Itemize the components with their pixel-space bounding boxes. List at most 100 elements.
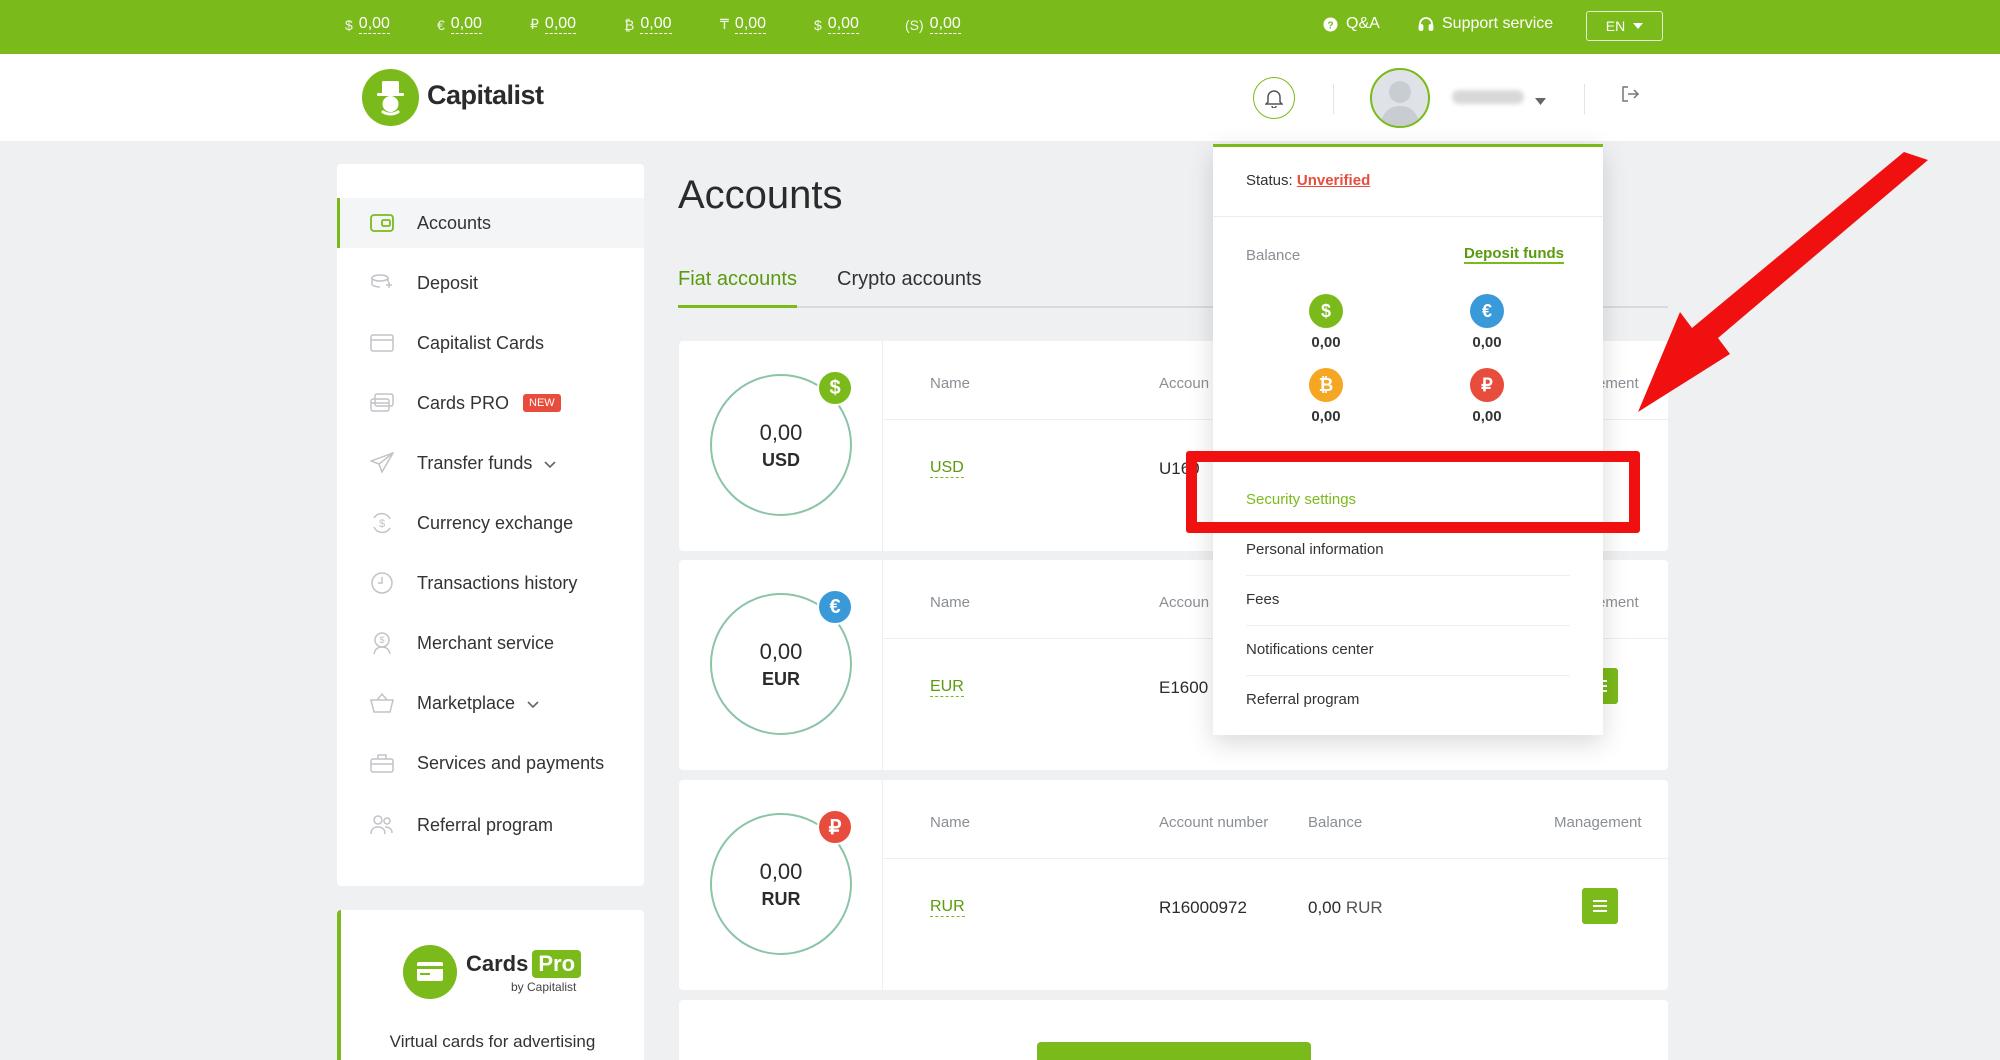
- balance-other[interactable]: (S) 0,00: [905, 15, 961, 34]
- column-header-management: Management: [1554, 814, 1642, 831]
- clock-icon: [369, 570, 395, 596]
- logo-icon[interactable]: [362, 69, 419, 126]
- chevron-down-icon: [544, 453, 556, 474]
- bitcoin-icon: ₿: [1309, 368, 1343, 402]
- menu-item-personal-information[interactable]: Personal information: [1246, 541, 1384, 558]
- menu-item-fees[interactable]: Fees: [1246, 591, 1279, 608]
- sidebar-item-capitalist-cards[interactable]: Capitalist Cards: [337, 318, 644, 368]
- sidebar-item-transfer-funds[interactable]: Transfer funds: [337, 438, 644, 488]
- account-name-link[interactable]: USD: [930, 459, 964, 478]
- column-header-name: Name: [930, 814, 971, 831]
- chevron-down-icon: [527, 693, 539, 714]
- hamburger-icon: [1593, 900, 1607, 912]
- sidebar-item-merchant-service[interactable]: $ Merchant service: [337, 618, 644, 668]
- euro-icon: €: [817, 589, 853, 625]
- column-header-name: Name: [930, 375, 971, 392]
- red-arrow-annotation: [1638, 152, 1928, 412]
- promo-description: Virtual cards for advertising: [389, 1032, 596, 1051]
- balance-eur[interactable]: €0,00: [437, 15, 482, 34]
- highlight-annotation-box: [1186, 451, 1640, 533]
- account-name-link[interactable]: EUR: [930, 678, 964, 697]
- account-name-link[interactable]: RUR: [930, 898, 965, 917]
- paper-plane-icon: [369, 450, 395, 476]
- qa-link[interactable]: ? Q&A: [1323, 15, 1380, 33]
- unverified-link[interactable]: Unverified: [1297, 172, 1370, 189]
- balance-usdt[interactable]: $0,00: [814, 15, 859, 34]
- svg-text:$: $: [379, 635, 384, 645]
- deposit-funds-link[interactable]: Deposit funds: [1464, 245, 1564, 264]
- services-icon: [369, 750, 395, 776]
- sidebar: Accounts Deposit Capitalist Cards Cards …: [337, 164, 644, 886]
- support-link[interactable]: Support service: [1418, 15, 1553, 33]
- tab-fiat-accounts[interactable]: Fiat accounts: [678, 268, 797, 308]
- account-balance: 0,00 RUR: [1308, 898, 1383, 917]
- sidebar-item-cards-pro[interactable]: Cards PRO NEW: [337, 378, 644, 428]
- column-header-balance: Balance: [1308, 814, 1363, 831]
- promo-title: Cards Pro: [466, 950, 582, 978]
- account-number: E1600: [1159, 678, 1209, 697]
- dollar-icon: $: [1309, 294, 1343, 328]
- ruble-icon: ₽: [817, 809, 853, 845]
- sidebar-item-currency-exchange[interactable]: $ Currency exchange: [337, 498, 644, 548]
- merchant-icon: $: [369, 630, 395, 656]
- dollar-icon: $: [817, 370, 853, 406]
- logout-icon[interactable]: [1620, 84, 1640, 109]
- column-header-account: Accoun: [1159, 375, 1210, 392]
- caret-down-icon: [1633, 23, 1644, 29]
- add-account-button[interactable]: [1037, 1042, 1311, 1060]
- account-card-rur: 0,00 RUR ₽ Name Account number Balance M…: [679, 780, 1668, 990]
- new-badge: NEW: [523, 394, 561, 412]
- balance-rub[interactable]: ₽0,00: [530, 15, 577, 34]
- user-dropdown-menu: Status: Unverified Balance Deposit funds…: [1213, 144, 1603, 735]
- brand-name[interactable]: Capitalist: [427, 80, 544, 111]
- header: Capitalist: [0, 54, 2000, 141]
- tab-crypto-accounts[interactable]: Crypto accounts: [837, 268, 982, 308]
- bell-icon: [1265, 90, 1283, 108]
- menu-item-referral-program[interactable]: Referral program: [1246, 691, 1359, 708]
- column-header-account: Accoun: [1159, 594, 1210, 611]
- card-icon: [403, 945, 457, 999]
- balance-eur-coin: € 0,00: [1447, 294, 1527, 351]
- balance-kzt[interactable]: ₸ 0,00: [720, 15, 767, 34]
- wallet-icon: [369, 210, 395, 236]
- svg-text:$: $: [379, 518, 385, 530]
- sidebar-item-referral-program[interactable]: Referral program: [337, 800, 644, 850]
- headset-icon: [1418, 17, 1434, 31]
- language-select[interactable]: EN: [1586, 11, 1663, 41]
- verification-status: Status: Unverified: [1246, 172, 1371, 189]
- top-bar: $0,00 €0,00 ₽0,00 ₿ 0,00 ₸ 0,00 $0,00 (S) 0…: [0, 0, 2000, 54]
- people-icon: [369, 812, 395, 838]
- add-account-card: [679, 1000, 1668, 1060]
- column-header-account: Account number: [1159, 814, 1269, 831]
- sidebar-item-deposit[interactable]: Deposit: [337, 258, 644, 308]
- column-header-name: Name: [930, 594, 971, 611]
- sidebar-item-transactions-history[interactable]: Transactions history: [337, 558, 644, 608]
- balance-rub-coin: ₽ 0,00: [1447, 368, 1527, 425]
- cards-pro-promo[interactable]: Cards Pro by Capitalist Virtual cards fo…: [337, 910, 644, 1060]
- balance-btc-coin: ₿ 0,00: [1286, 368, 1366, 425]
- basket-icon: [369, 690, 395, 716]
- promo-subtitle: by Capitalist: [511, 980, 577, 994]
- column-header-management: ement: [1597, 594, 1639, 611]
- euro-icon: €: [1470, 294, 1504, 328]
- sidebar-item-services-payments[interactable]: Services and payments: [337, 738, 644, 788]
- user-menu-caret-icon[interactable]: [1535, 92, 1546, 110]
- balance-label: Balance: [1246, 247, 1301, 264]
- sidebar-item-marketplace[interactable]: Marketplace: [337, 678, 644, 728]
- balance-usd[interactable]: $0,00: [345, 15, 390, 34]
- username-blurred[interactable]: [1452, 90, 1524, 104]
- sidebar-item-accounts[interactable]: Accounts: [337, 198, 644, 248]
- cards-pro-icon: [369, 390, 395, 416]
- page-title: Accounts: [678, 173, 843, 217]
- avatar[interactable]: [1370, 68, 1430, 128]
- balance-btc[interactable]: ₿ 0,00: [624, 15, 672, 34]
- svg-text:?: ?: [1327, 20, 1333, 31]
- menu-item-notifications-center[interactable]: Notifications center: [1246, 641, 1374, 658]
- card-icon: [369, 330, 395, 356]
- user-silhouette-icon: [1380, 81, 1420, 126]
- notifications-button[interactable]: [1253, 77, 1295, 119]
- question-icon: ?: [1323, 16, 1338, 32]
- balance-usd-coin: $ 0,00: [1286, 294, 1366, 351]
- account-menu-button[interactable]: [1582, 888, 1618, 924]
- account-number: R16000972: [1159, 898, 1247, 917]
